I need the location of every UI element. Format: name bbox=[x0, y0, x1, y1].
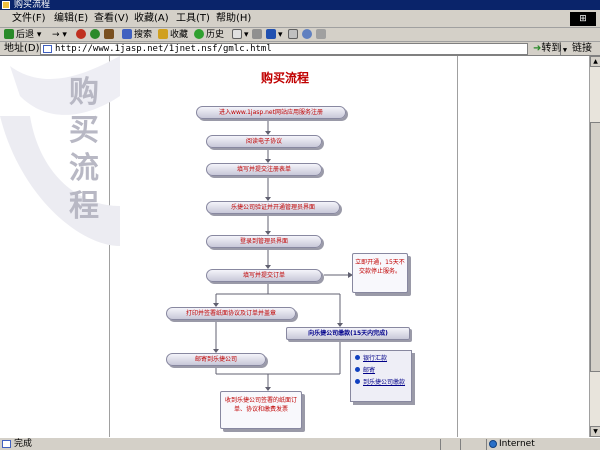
address-input[interactable]: http://www.1jasp.net/1jnet.nsf/gmlc.html… bbox=[40, 43, 569, 55]
stop-icon bbox=[76, 29, 86, 39]
research-icon bbox=[316, 29, 326, 39]
status-bar: 完成 Internet bbox=[0, 437, 600, 450]
menu-bar: 文件(F) 编辑(E) 查看(V) 收藏(A) 工具(T) 帮助(H) ⊞ bbox=[0, 10, 600, 28]
flow-note-activation: 立即开通，15天不交款停止服务。 bbox=[352, 253, 408, 293]
bullet-icon bbox=[355, 379, 360, 384]
home-icon bbox=[104, 29, 114, 39]
messenger-button[interactable] bbox=[302, 29, 314, 41]
history-button[interactable]: 历史 bbox=[194, 29, 224, 41]
page-icon bbox=[43, 45, 52, 53]
payment-in-person[interactable]: 到乐捷公司缴款 bbox=[355, 379, 411, 387]
address-label: 地址(D) bbox=[4, 43, 40, 54]
internet-globe-icon bbox=[489, 440, 497, 448]
scroll-down-icon[interactable]: ▼ bbox=[590, 426, 600, 437]
bullet-icon bbox=[355, 355, 360, 360]
flow-step-print-sign: 打印并签署纸面协议及订单并盖章 bbox=[166, 307, 296, 320]
refresh-button[interactable] bbox=[90, 29, 102, 41]
flow-step-payment: 向乐捷公司缴款(15天内完成) bbox=[286, 327, 410, 340]
scroll-thumb[interactable] bbox=[590, 122, 600, 372]
swoosh-graphic bbox=[0, 56, 120, 246]
refresh-icon bbox=[90, 29, 100, 39]
page-content: 购买流程 购买流程 进入www.1jasp.net网站应用服务注册 阅读电子协议… bbox=[0, 56, 589, 437]
links-button[interactable]: 链接 bbox=[572, 43, 592, 55]
flow-step-read-agreement: 阅读电子协议 bbox=[206, 135, 322, 148]
discuss-button[interactable] bbox=[288, 29, 300, 41]
forward-arrow-icon: → bbox=[52, 30, 60, 40]
search-button[interactable]: 搜索 bbox=[122, 29, 152, 41]
edit-button[interactable]: ▾ bbox=[266, 29, 283, 41]
flow-step-verify-admin: 乐捷公司验证并开通管理员界面 bbox=[206, 201, 340, 214]
menu-view[interactable]: 查看(V) bbox=[94, 12, 129, 26]
window-title: 购买流程 bbox=[14, 0, 51, 10]
menu-tools[interactable]: 工具(T) bbox=[176, 12, 210, 26]
address-bar: 地址(D) http://www.1jasp.net/1jnet.nsf/gml… bbox=[0, 42, 600, 56]
side-title: 购买流程 bbox=[69, 75, 99, 224]
menu-file[interactable]: 文件(F) bbox=[12, 12, 46, 26]
back-button[interactable]: 后退 ▾ bbox=[4, 29, 41, 41]
search-icon bbox=[122, 29, 132, 39]
back-arrow-icon bbox=[4, 29, 14, 39]
go-button[interactable]: ➜转到 bbox=[533, 43, 561, 55]
flow-step-login-admin: 登录到管理员界面 bbox=[206, 235, 322, 248]
favorites-icon bbox=[158, 29, 168, 39]
flow-step-submit-order: 填写并提交订单 bbox=[206, 269, 322, 282]
page-title: 购买流程 bbox=[260, 71, 309, 85]
messenger-icon bbox=[302, 29, 312, 39]
payment-methods-box: 银行汇款 邮寄 到乐捷公司缴款 bbox=[350, 350, 412, 402]
menu-favorites[interactable]: 收藏(A) bbox=[134, 12, 169, 26]
status-text: 完成 bbox=[14, 439, 33, 449]
windows-logo-icon: ⊞ bbox=[570, 12, 596, 26]
security-zone: Internet bbox=[486, 439, 586, 450]
right-blank-panel bbox=[457, 56, 589, 437]
payment-bank-transfer[interactable]: 银行汇款 bbox=[355, 355, 387, 363]
status-separator bbox=[440, 439, 441, 450]
research-button[interactable] bbox=[316, 29, 328, 41]
toolbar: 后退 ▾ → ▾ 搜索 收藏 历史 ▾ ▾ bbox=[0, 28, 600, 42]
vertical-scrollbar[interactable]: ▲ ▼ bbox=[589, 56, 600, 437]
history-icon bbox=[194, 29, 204, 39]
window-title-bar: 购买流程 bbox=[0, 0, 600, 10]
menu-help[interactable]: 帮助(H) bbox=[216, 12, 251, 26]
menu-edit[interactable]: 编辑(E) bbox=[54, 12, 88, 26]
scroll-up-icon[interactable]: ▲ bbox=[590, 56, 600, 67]
left-decoration-panel: 购买流程 bbox=[0, 56, 120, 437]
bullet-icon bbox=[355, 367, 360, 372]
print-button[interactable] bbox=[252, 29, 264, 41]
print-icon bbox=[252, 29, 262, 39]
status-separator bbox=[460, 439, 461, 450]
flow-step-receive-docs: 收到乐捷公司签署的纸面订单、协议和缴费发票 bbox=[220, 391, 302, 429]
address-url: http://www.1jasp.net/1jnet.nsf/gmlc.html bbox=[55, 44, 272, 54]
payment-mail[interactable]: 邮寄 bbox=[355, 367, 375, 375]
ie-page-icon bbox=[2, 1, 10, 9]
home-button[interactable] bbox=[104, 29, 116, 41]
flow-step-register: 进入www.1jasp.net网站应用服务注册 bbox=[196, 106, 346, 119]
mail-icon bbox=[232, 29, 242, 39]
flow-step-submit-form: 填写并提交注册表单 bbox=[206, 163, 322, 176]
page-done-icon bbox=[2, 440, 11, 448]
discuss-icon bbox=[288, 29, 298, 39]
stop-button[interactable] bbox=[76, 29, 88, 41]
favorites-button[interactable]: 收藏 bbox=[158, 29, 188, 41]
flow-step-mail: 邮寄到乐捷公司 bbox=[166, 353, 266, 366]
forward-button[interactable]: → ▾ bbox=[52, 29, 67, 41]
mail-button[interactable]: ▾ bbox=[232, 29, 249, 41]
word-icon bbox=[266, 29, 276, 39]
